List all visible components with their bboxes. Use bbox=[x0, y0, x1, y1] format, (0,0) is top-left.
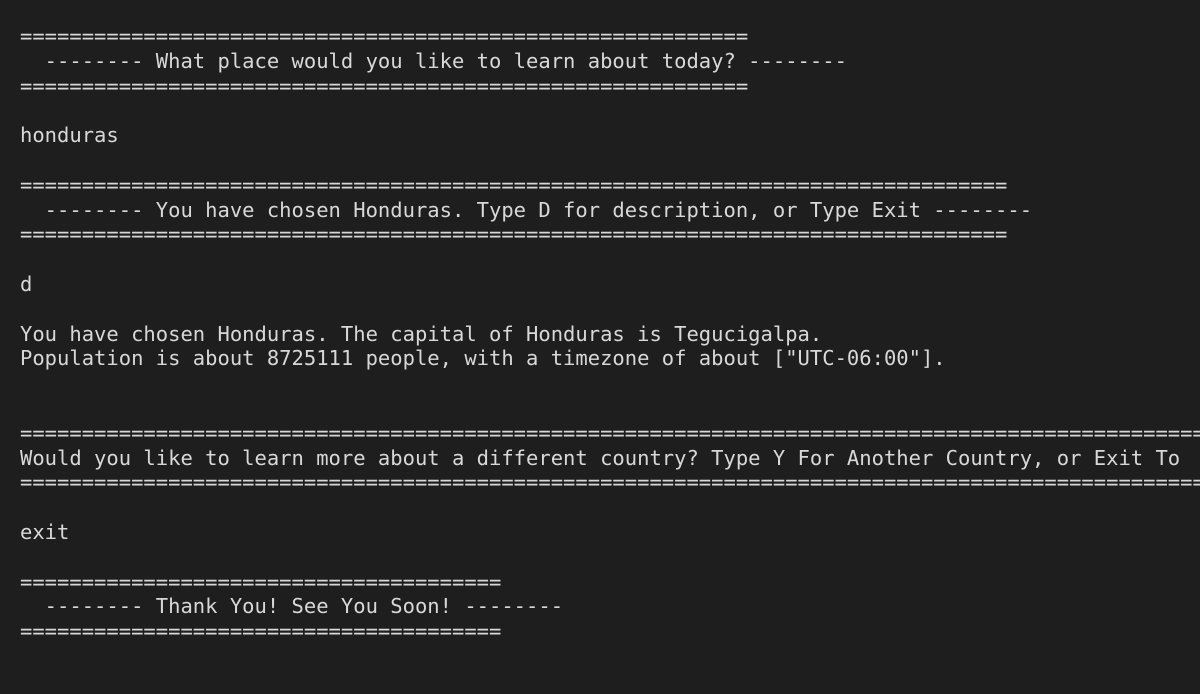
goodbye-border-bottom: ======================================= bbox=[20, 619, 502, 644]
choice-message: -------- You have chosen Honduras. Type … bbox=[20, 197, 1033, 222]
user-input-country: honduras bbox=[20, 123, 119, 148]
goodbye-message: -------- Thank You! See You Soon! ------… bbox=[20, 594, 564, 619]
description-population: Population is about 8725111 people, with… bbox=[20, 346, 946, 371]
again-border-top: ========================================… bbox=[20, 420, 1200, 445]
goodbye-border-top: ======================================= bbox=[20, 569, 502, 594]
user-input-description: d bbox=[20, 271, 33, 296]
again-question: Would you like to learn more about a dif… bbox=[20, 445, 1181, 470]
prompt-border-bottom: ========================================… bbox=[20, 73, 749, 98]
choice-border-top: ========================================… bbox=[20, 172, 1008, 197]
terminal-window[interactable]: ======================================= =… bbox=[0, 0, 1200, 694]
user-input-exit: exit bbox=[20, 519, 70, 544]
description-capital: You have chosen Honduras. The capital of… bbox=[20, 321, 823, 346]
again-border-bottom: ========================================… bbox=[20, 470, 1200, 495]
prompt-border-top: ========================================… bbox=[20, 24, 749, 48]
choice-border-bottom: ========================================… bbox=[20, 222, 1008, 247]
prompt-question: -------- What place would you like to le… bbox=[20, 48, 847, 73]
